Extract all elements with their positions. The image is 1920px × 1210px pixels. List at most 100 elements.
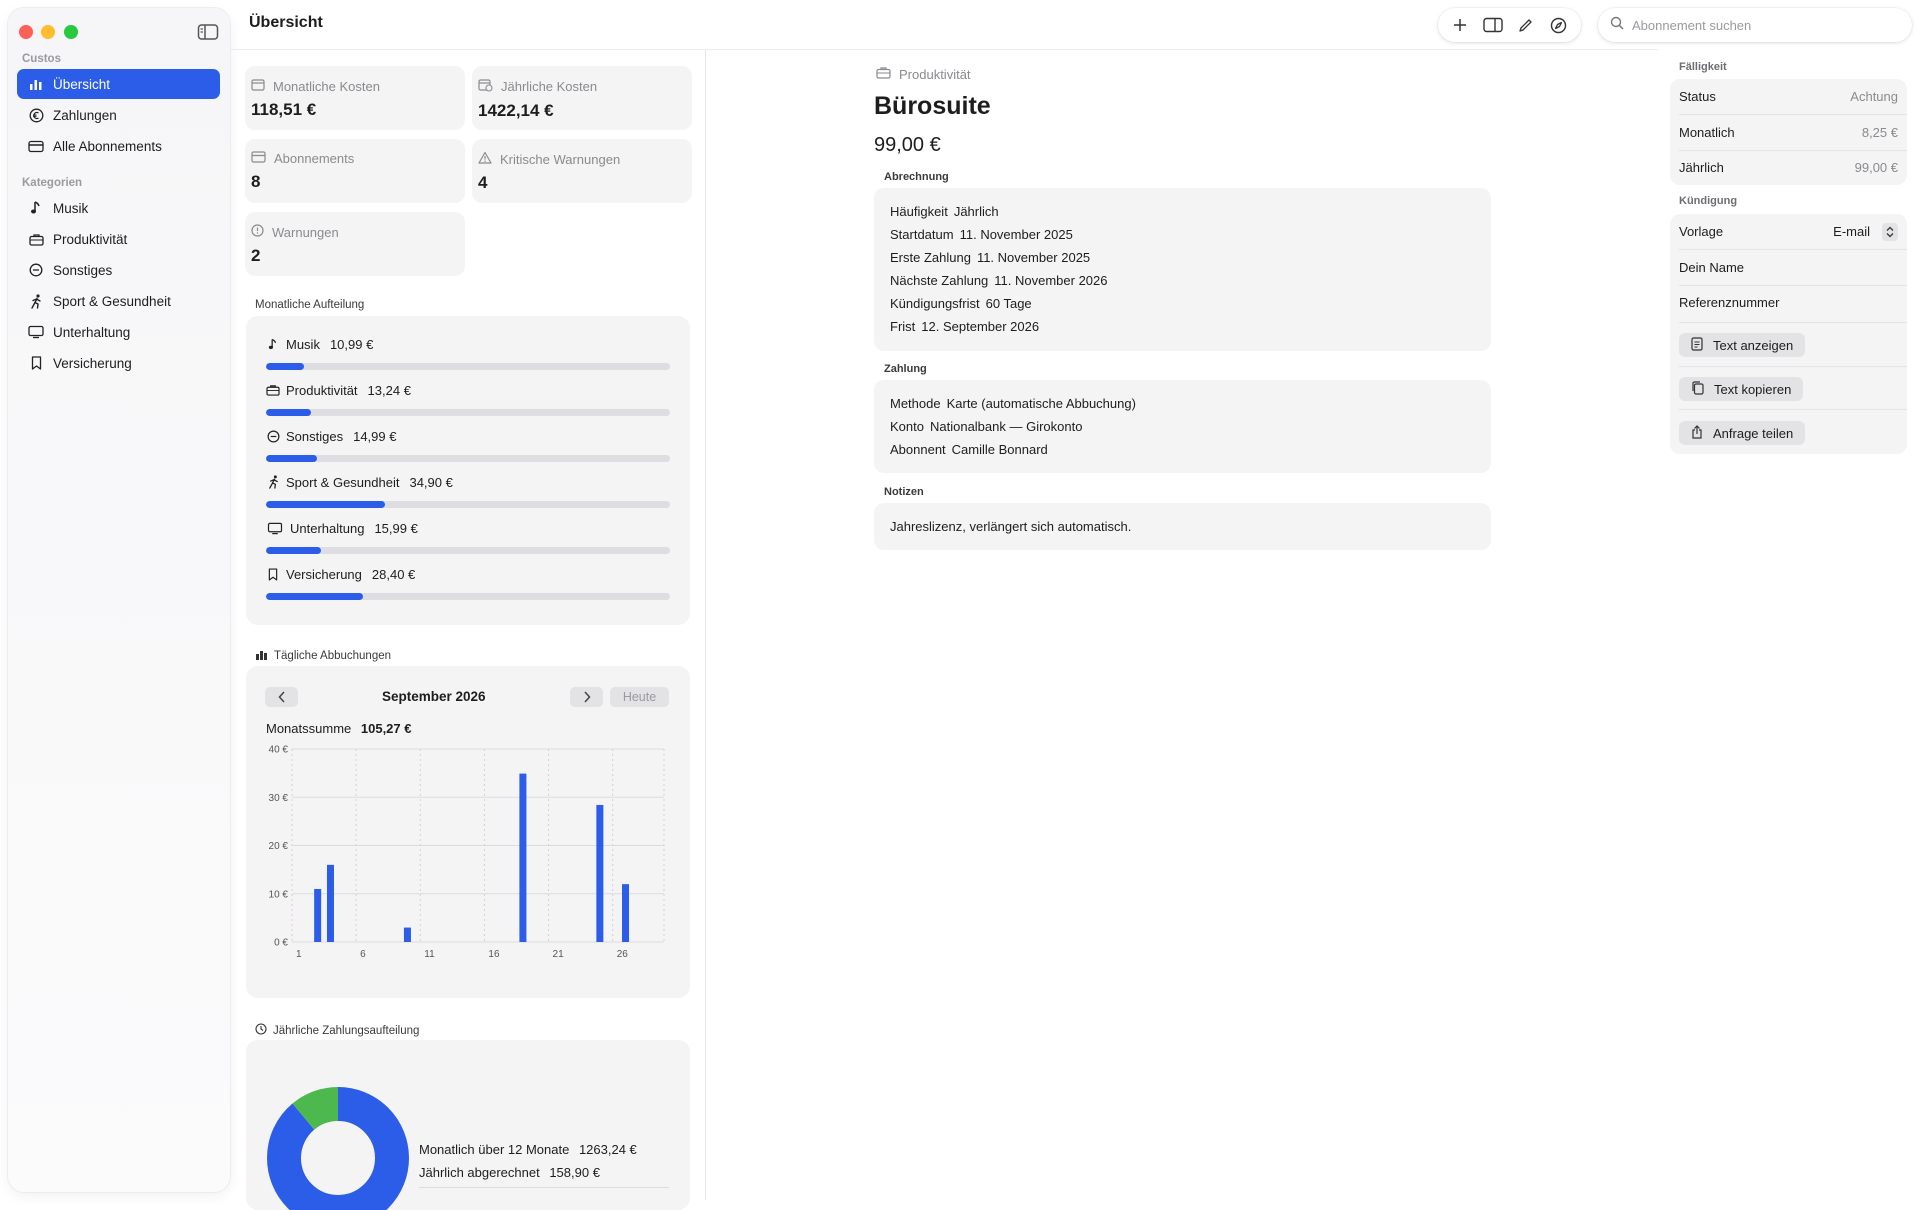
sidebar-item-label: Übersicht (53, 76, 111, 92)
template-select[interactable]: E-mail (1833, 222, 1898, 241)
stat-value: 4 (478, 173, 488, 192)
window-minimize-button[interactable] (41, 25, 55, 39)
name-field-label: Dein Name (1679, 260, 1745, 275)
briefcase-icon (266, 383, 280, 397)
x-tick-label: 1 (296, 949, 302, 960)
y-tick-label: 40 € (269, 745, 289, 756)
breakdown-row: Produktivität 13,24 € (266, 381, 670, 416)
breakdown-row: Unterhaltung 15,99 € (266, 519, 670, 554)
payment-key: Abonnent (890, 442, 946, 457)
running-icon (28, 293, 44, 309)
billing-value: 11. November 2025 (976, 250, 1091, 265)
chevron-right-icon (583, 691, 591, 703)
chart-bar (403, 927, 411, 942)
sidebar-item-payments[interactable]: Zahlungen (17, 100, 220, 130)
sidebar-item-musik[interactable]: Musik (17, 193, 220, 223)
y-tick-label: 20 € (269, 841, 289, 852)
breakdown-bar (266, 593, 670, 600)
stat-value: 2 (251, 246, 261, 265)
sidebar-item-unterhaltung[interactable]: Unterhaltung (17, 317, 220, 347)
music-note-icon (28, 200, 44, 216)
status-row: Status Achtung (1679, 79, 1898, 114)
sidebar-item-label: Versicherung (53, 355, 132, 371)
y-tick-label: 30 € (269, 793, 289, 804)
breakdown-amount: 14,99 € (353, 428, 397, 444)
compass-icon[interactable] (1547, 13, 1571, 37)
payment-value: Camille Bonnard (951, 442, 1048, 457)
sidebar-item-versicherung[interactable]: Versicherung (17, 348, 220, 378)
annual-row-label: Jährlich abgerechnet (419, 1165, 540, 1180)
app-window: Custos Übersicht Zahlungen Alle Abonneme… (0, 0, 1920, 1210)
bookmark-icon (266, 567, 280, 581)
card-icon (28, 138, 44, 154)
stat-value: 118,51 € (251, 100, 317, 119)
row-divider (1679, 322, 1907, 323)
breakdown-amount: 13,24 € (367, 382, 411, 398)
breakdown-bar (266, 501, 670, 508)
chart-icon (255, 649, 274, 663)
breakdown-bar (266, 409, 670, 416)
stat-subscriptions: Abonnements 8 (245, 139, 465, 203)
warning-triangle-icon (478, 151, 500, 167)
billing-value: 12. September 2026 (921, 319, 1040, 334)
x-tick-label: 21 (553, 949, 565, 960)
chevron-up-down-icon (1882, 222, 1898, 241)
inspector-toggle-icon[interactable] (1481, 13, 1505, 37)
reference-row[interactable]: Referenznummer (1679, 285, 1898, 320)
copy-text-button[interactable]: Text kopieren (1679, 377, 1804, 401)
detail-category-label: Produktivität (899, 66, 971, 82)
sidebar-item-sport-gesundheit[interactable]: Sport & Gesundheit (17, 286, 220, 316)
sidebar-item-produktivitaet[interactable]: Produktivität (17, 224, 220, 254)
x-tick-label: 11 (424, 949, 435, 960)
page-title: Übersicht (249, 14, 323, 31)
monitor-icon (266, 521, 284, 535)
info-circle-icon (251, 224, 272, 240)
billing-row: Frist 12. September 2026 (890, 319, 1039, 334)
x-tick-label: 26 (617, 949, 629, 960)
payment-row: Abonnent Camille Bonnard (890, 442, 1048, 457)
euro-circle-icon (28, 107, 44, 123)
window-close-button[interactable] (19, 25, 33, 39)
payment-key: Methode (890, 396, 941, 411)
sidebar-section-custos: Custos (22, 53, 61, 65)
search-input[interactable] (1632, 17, 1892, 33)
share-request-button[interactable]: Anfrage teilen (1679, 421, 1806, 445)
sidebar-item-sonstiges[interactable]: Sonstiges (17, 255, 220, 285)
window-zoom-button[interactable] (64, 25, 78, 39)
billing-value: 60 Tage (985, 296, 1032, 311)
minus-circle-icon (266, 429, 280, 443)
stat-value: 1422,14 € (478, 101, 554, 120)
month-sum-value: 105,27 € (360, 721, 412, 736)
clock-icon (255, 1023, 273, 1038)
name-row[interactable]: Dein Name (1679, 250, 1898, 285)
today-button[interactable]: Heute (610, 687, 669, 707)
sidebar-item-overview[interactable]: Übersicht (17, 69, 220, 99)
stat-warnings: Warnungen 2 (245, 212, 465, 276)
breakdown-name: Sport & Gesundheit (286, 474, 400, 490)
stat-yearly-costs: Jährliche Kosten 1422,14 € (472, 66, 692, 130)
breakdown-bar-fill (266, 363, 304, 370)
breakdown-amount: 28,40 € (371, 566, 416, 582)
billing-key: Nächste Zahlung (890, 273, 989, 288)
show-text-button[interactable]: Text anzeigen (1679, 333, 1806, 357)
monthly-row: Monatlich 8,25 € (1679, 115, 1898, 150)
sidebar-item-all-subscriptions[interactable]: Alle Abonnements (17, 131, 220, 161)
add-icon[interactable] (1448, 13, 1472, 37)
edit-pencil-icon[interactable] (1514, 13, 1538, 37)
document-icon (1691, 336, 1713, 354)
annual-row-value: 1263,24 € (578, 1142, 637, 1157)
breakdown-name: Versicherung (286, 566, 362, 582)
search-field[interactable] (1598, 8, 1912, 42)
row-divider (1679, 366, 1907, 367)
breakdown-bar (266, 455, 670, 462)
daily-charges-panel: September 2026 Heute Monatssumme 105,27 … (246, 666, 690, 998)
annual-breakdown-title: Jährliche Zahlungsaufteilung (255, 1023, 419, 1038)
previous-month-button[interactable] (265, 687, 298, 707)
next-month-button[interactable] (570, 687, 603, 707)
sidebar-item-label: Musik (53, 200, 89, 216)
month-label: September 2026 (382, 689, 486, 704)
music-note-icon (266, 337, 280, 351)
annual-title-text: Jährliche Zahlungsaufteilung (273, 1024, 420, 1037)
chart-bar-icon (28, 76, 44, 92)
sidebar-toggle-icon[interactable] (197, 23, 219, 41)
